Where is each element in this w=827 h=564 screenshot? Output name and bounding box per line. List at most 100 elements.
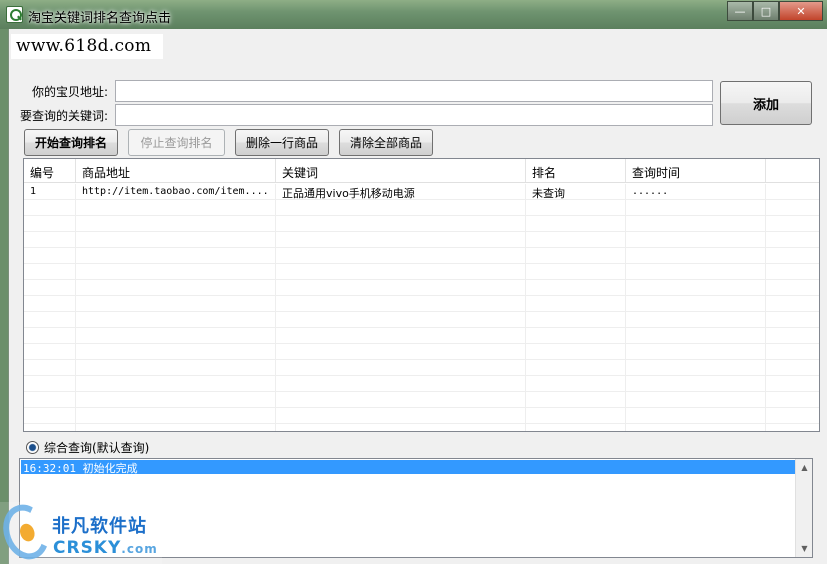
- clear-all-button[interactable]: 清除全部商品: [339, 129, 433, 156]
- site-logo: www.618d.com: [11, 34, 163, 59]
- empty-cell: [626, 408, 766, 423]
- query-mode-option[interactable]: 综合查询(默认查询): [26, 439, 149, 456]
- scroll-up-icon[interactable]: ▲: [796, 459, 813, 476]
- empty-cell: [76, 408, 276, 423]
- item-url-input[interactable]: [115, 80, 713, 102]
- log-scrollbar[interactable]: ▲ ▼: [795, 459, 812, 557]
- empty-cell: [76, 312, 276, 327]
- minimize-button[interactable]: —: [727, 1, 753, 21]
- close-button[interactable]: ✕: [779, 1, 823, 21]
- empty-cell: [276, 216, 526, 231]
- watermark-en-main: CRSKY: [53, 538, 122, 558]
- empty-table-row: [24, 376, 819, 392]
- empty-table-row: [24, 248, 819, 264]
- query-mode-label: 综合查询(默认查询): [44, 441, 150, 455]
- item-url-label: 你的宝贝地址:: [31, 85, 108, 99]
- empty-cell: [76, 424, 276, 431]
- empty-cell: [24, 264, 76, 279]
- empty-table-row: [24, 216, 819, 232]
- delete-row-button[interactable]: 删除一行商品: [235, 129, 329, 156]
- empty-cell: [626, 344, 766, 359]
- empty-table-row: [24, 392, 819, 408]
- empty-cell: [526, 264, 626, 279]
- items-table[interactable]: 编号 商品地址 关键词 排名 查询时间 1 http://item.taobao…: [23, 158, 820, 432]
- title-bar[interactable]: 淘宝关键词排名查询点击 — □ ✕: [0, 0, 827, 29]
- empty-cell: [526, 408, 626, 423]
- empty-cell: [626, 392, 766, 407]
- empty-cell: [276, 376, 526, 391]
- keyword-label: 要查询的关键词:: [19, 109, 108, 123]
- empty-cell: [276, 280, 526, 295]
- watermark-en: CRSKY.com: [53, 538, 158, 558]
- empty-cell: [526, 328, 626, 343]
- empty-cell: [24, 360, 76, 375]
- empty-cell: [24, 376, 76, 391]
- scroll-down-icon[interactable]: ▼: [796, 540, 813, 557]
- table-row[interactable]: 1 http://item.taobao.com/item.... 正品通用vi…: [24, 184, 819, 200]
- col-header-keyword[interactable]: 关键词: [276, 159, 526, 182]
- empty-cell: [276, 296, 526, 311]
- col-header-rank[interactable]: 排名: [526, 159, 626, 182]
- empty-table-row: [24, 232, 819, 248]
- query-mode-radio[interactable]: [26, 441, 39, 454]
- empty-cell: [24, 424, 76, 431]
- empty-cell: [626, 328, 766, 343]
- empty-cell: [24, 312, 76, 327]
- empty-cell: [24, 216, 76, 231]
- keyword-input[interactable]: [115, 104, 713, 126]
- empty-cell: [276, 248, 526, 263]
- col-header-id[interactable]: 编号: [24, 159, 76, 182]
- empty-cell: [76, 200, 276, 215]
- empty-cell: [526, 248, 626, 263]
- empty-table-row: [24, 280, 819, 296]
- maximize-button[interactable]: □: [753, 1, 779, 21]
- empty-cell: [276, 200, 526, 215]
- empty-cell: [24, 248, 76, 263]
- empty-cell: [76, 232, 276, 247]
- add-button[interactable]: 添加: [720, 81, 812, 125]
- empty-cell: [526, 424, 626, 431]
- col-header-time[interactable]: 查询时间: [626, 159, 766, 182]
- empty-cell: [24, 408, 76, 423]
- cell-time: ......: [626, 184, 766, 199]
- empty-cell: [526, 392, 626, 407]
- empty-cell: [626, 232, 766, 247]
- empty-cell: [76, 344, 276, 359]
- empty-cell: [526, 232, 626, 247]
- empty-cell: [526, 360, 626, 375]
- empty-cell: [276, 328, 526, 343]
- log-line: 16:32:01 初始化完成: [21, 460, 795, 475]
- empty-table-row: [24, 360, 819, 376]
- start-query-button[interactable]: 开始查询排名: [24, 129, 118, 156]
- empty-table-row: [24, 344, 819, 360]
- empty-cell: [24, 232, 76, 247]
- empty-table-row: [24, 328, 819, 344]
- empty-table-row: [24, 312, 819, 328]
- empty-cell: [24, 280, 76, 295]
- empty-table-row: [24, 264, 819, 280]
- empty-cell: [276, 360, 526, 375]
- empty-cell: [626, 280, 766, 295]
- table-header: 编号 商品地址 关键词 排名 查询时间: [24, 159, 819, 183]
- empty-cell: [626, 376, 766, 391]
- empty-cell: [76, 392, 276, 407]
- cell-url: http://item.taobao.com/item....: [76, 184, 276, 199]
- cell-rank: 未查询: [526, 184, 626, 199]
- empty-cell: [24, 200, 76, 215]
- empty-cell: [24, 392, 76, 407]
- empty-cell: [526, 296, 626, 311]
- empty-cell: [76, 216, 276, 231]
- stop-query-button[interactable]: 停止查询排名: [128, 129, 225, 156]
- col-header-url[interactable]: 商品地址: [76, 159, 276, 182]
- empty-cell: [276, 424, 526, 431]
- empty-cell: [626, 200, 766, 215]
- empty-cell: [626, 296, 766, 311]
- window-title: 淘宝关键词排名查询点击: [28, 11, 172, 26]
- empty-cell: [76, 376, 276, 391]
- empty-cell: [276, 312, 526, 327]
- empty-cell: [24, 296, 76, 311]
- empty-cell: [276, 232, 526, 247]
- empty-cell: [24, 328, 76, 343]
- watermark-en-suffix: .com: [121, 542, 158, 556]
- empty-table-row: [24, 408, 819, 424]
